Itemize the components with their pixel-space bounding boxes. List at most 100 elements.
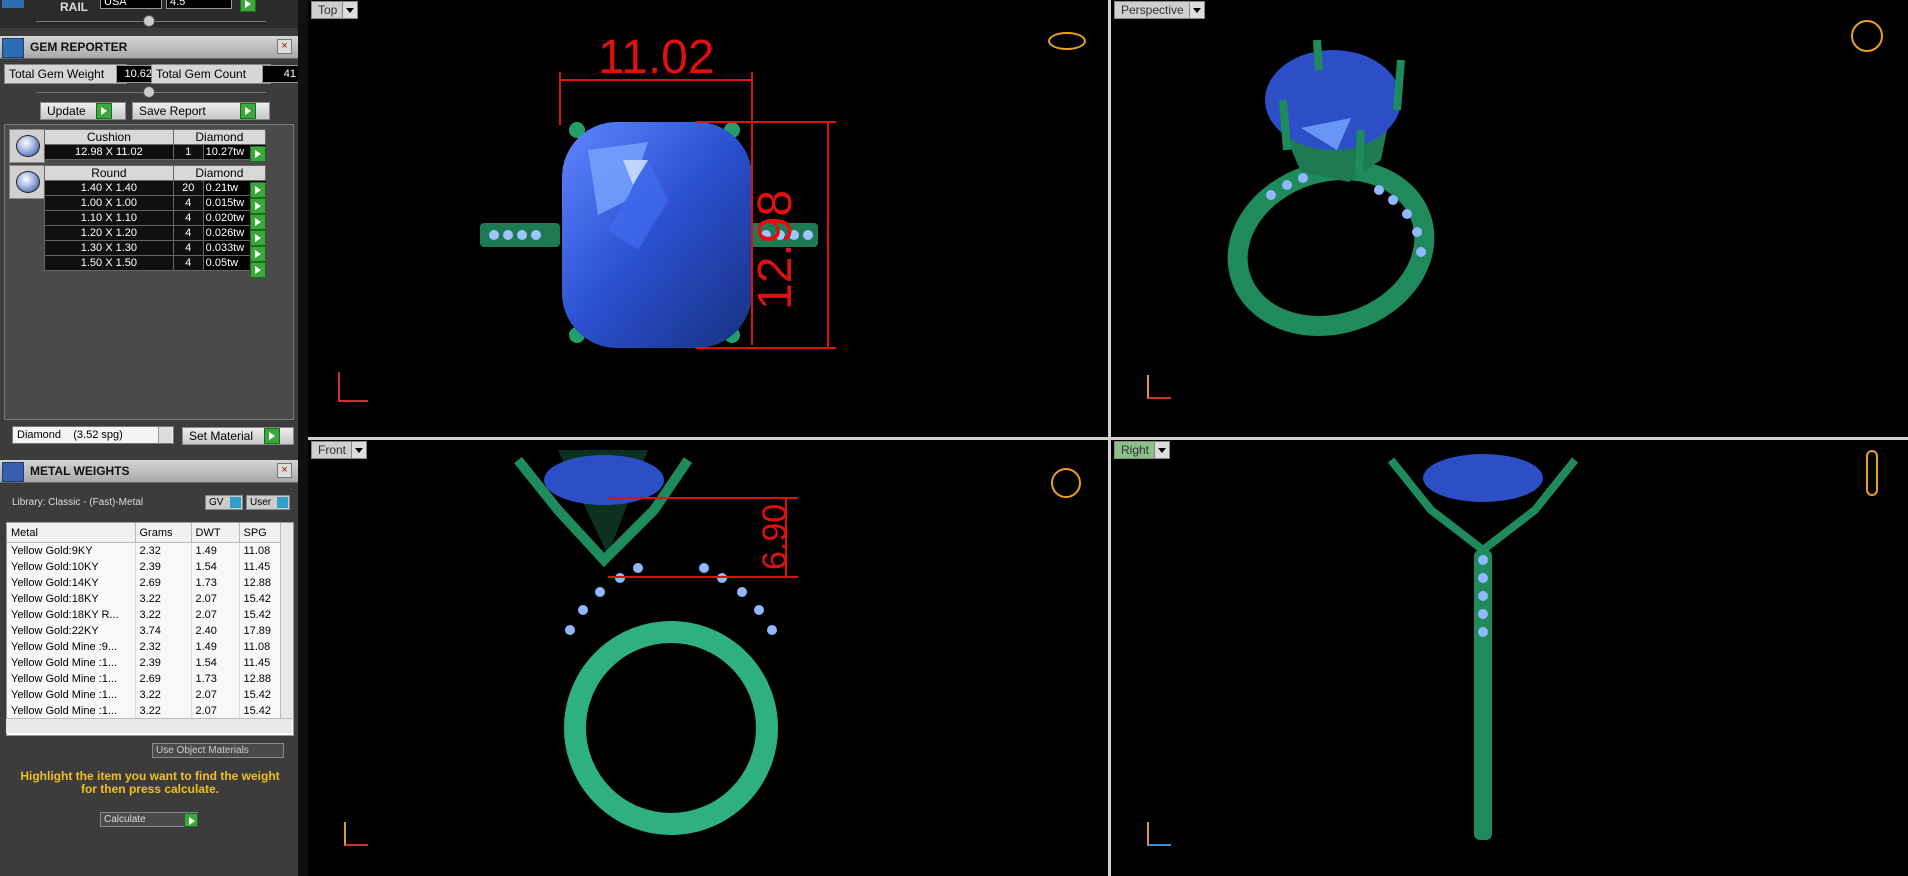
collapse-handle[interactable]: [143, 15, 155, 27]
chevron-down-icon[interactable]: [158, 427, 172, 443]
panel-splitter[interactable]: [298, 0, 308, 876]
table-cell: Yellow Gold Mine :1...: [7, 687, 136, 703]
column-header[interactable]: DWT: [191, 523, 240, 543]
gem-size: 1.40 X 1.40: [44, 180, 174, 196]
table-cell: 3.22: [135, 703, 192, 719]
calculate-go-icon[interactable]: [184, 813, 198, 827]
cushion-group-table: Cushion Diamond 12.98 X 11.02 1 10.27tw: [44, 129, 267, 160]
table-cell: Yellow Gold:9KY: [7, 542, 136, 559]
column-header[interactable]: Metal: [7, 523, 136, 543]
table-cell: Yellow Gold Mine :9...: [7, 639, 136, 655]
table-cell: 2.39: [135, 559, 192, 575]
rail-go-button[interactable]: [240, 0, 256, 12]
set-material-go-icon[interactable]: [264, 428, 280, 444]
collapse-handle[interactable]: [143, 86, 155, 98]
axis-gizmo-icon: [1147, 375, 1171, 399]
table-row[interactable]: Yellow Gold:9KY 2.32 1.49 11.08: [7, 542, 288, 559]
gem-row-go-icon[interactable]: [250, 246, 266, 262]
viewport-label: Front: [318, 443, 347, 457]
table-row[interactable]: Yellow Gold Mine :9... 2.32 1.49 11.08: [7, 639, 288, 655]
gem-row-go-icon[interactable]: [250, 214, 266, 230]
gem-row-go-icon[interactable]: [250, 230, 266, 246]
table-row[interactable]: Yellow Gold:10KY 2.39 1.54 11.45: [7, 559, 288, 575]
gem-size: 1.30 X 1.30: [44, 240, 174, 256]
vertical-scrollbar[interactable]: [280, 523, 293, 721]
table-row[interactable]: Yellow Gold Mine :1... 3.22 2.07 15.42: [7, 687, 288, 703]
save-report-go-icon[interactable]: [240, 103, 256, 119]
perspective-view-canvas: [1227, 39, 1435, 337]
table-header: Metal Grams DWT SPG: [7, 523, 288, 543]
table-row[interactable]: Yellow Gold:18KY 3.22 2.07 15.42: [7, 591, 288, 607]
height-dimension-label: 12.98: [749, 189, 802, 310]
round-group-table: Round Diamond 1.40 X 1.40 20 0.21tw 1.00 X …: [44, 165, 267, 271]
round-gem-thumbnail[interactable]: [9, 165, 45, 199]
viewport-tab-front[interactable]: Front: [311, 441, 368, 459]
material-select[interactable]: Diamond (3.52 spg): [12, 426, 174, 444]
update-button[interactable]: Update: [40, 102, 126, 120]
gem-size: 1.20 X 1.20: [44, 225, 174, 241]
table-row[interactable]: Yellow Gold:22KY 3.74 2.40 17.89: [7, 623, 288, 639]
chevron-down-icon[interactable]: [1188, 2, 1204, 18]
table-row[interactable]: Yellow Gold Mine :1... 2.69 1.73 12.88: [7, 671, 288, 687]
close-icon[interactable]: ×: [277, 39, 292, 54]
viewport-label: Perspective: [1121, 3, 1184, 17]
perspective-view-ring-icon: [1851, 20, 1883, 52]
size-select[interactable]: 4.5: [166, 0, 232, 9]
right-view-canvas: [1387, 454, 1579, 840]
info-icon[interactable]: [230, 497, 241, 508]
head-height-dimension-label: 6.90: [756, 503, 794, 570]
info-icon[interactable]: [277, 497, 288, 508]
material-label: Diamond: [172, 129, 267, 145]
gem-row-go-icon[interactable]: [250, 182, 266, 198]
chevron-down-icon[interactable]: [342, 2, 358, 18]
table-row[interactable]: Yellow Gold Mine :1... 3.22 2.07 15.42: [7, 703, 288, 719]
column-header[interactable]: Grams: [135, 523, 192, 543]
gem-row-go-icon[interactable]: [250, 198, 266, 214]
viewport-perspective[interactable]: Perspective: [1111, 0, 1908, 437]
total-gem-weight-value: 10.62: [116, 65, 156, 83]
viewport-tab-top[interactable]: Top: [311, 1, 359, 19]
gem-row-go-icon[interactable]: [250, 262, 266, 278]
gem-count: 4: [172, 225, 204, 241]
gem-reporter-header: GEM REPORTER ×: [0, 36, 298, 59]
gem-size: 1.10 X 1.10: [44, 210, 174, 226]
country-select[interactable]: USA: [100, 0, 162, 9]
right-view-ring-icon: [1866, 450, 1878, 496]
total-gem-count-value: 41: [262, 65, 298, 83]
table-cell: 2.07: [191, 687, 240, 703]
horizontal-scrollbar[interactable]: [6, 718, 292, 733]
table-cell: Yellow Gold Mine :1...: [7, 671, 136, 687]
viewport-right[interactable]: Right: [1111, 440, 1908, 876]
table-cell: 1.54: [191, 655, 240, 671]
gem-row-go-icon[interactable]: [250, 146, 266, 162]
library-label: Library: Classic - (Fast)-Metal: [12, 497, 144, 508]
front-view-ring-icon: [1051, 468, 1081, 498]
gem-count: 4: [172, 255, 204, 271]
gem-count: 4: [172, 240, 204, 256]
use-object-materials-toggle[interactable]: Use Object Materials: [152, 743, 284, 758]
table-cell: 2.07: [191, 591, 240, 607]
viewport-tab-right[interactable]: Right: [1114, 441, 1171, 459]
viewport-front[interactable]: Front 6.90: [308, 440, 1108, 876]
viewport-tab-perspective[interactable]: Perspective: [1114, 1, 1205, 19]
table-cell: 1.73: [191, 575, 240, 591]
left-panel: RAIL USA 4.5 GEM REPORTER × Total Gem We…: [0, 0, 298, 876]
close-icon[interactable]: ×: [277, 463, 292, 478]
viewport-top[interactable]: Top 11.02 12.98: [308, 0, 1108, 437]
gem-count: 1: [172, 144, 204, 160]
metal-weights-header: METAL WEIGHTS ×: [0, 460, 298, 483]
chevron-down-icon[interactable]: [1154, 442, 1170, 458]
update-go-icon[interactable]: [96, 103, 112, 119]
hint-text: Highlight the item you want to find the …: [20, 769, 280, 796]
metal-weights-title: METAL WEIGHTS: [30, 464, 130, 478]
table-row[interactable]: Yellow Gold:18KY R... 3.22 2.07 15.42: [7, 607, 288, 623]
table-cell: 2.69: [135, 671, 192, 687]
chevron-down-icon[interactable]: [351, 442, 367, 458]
cushion-gem-thumbnail[interactable]: [9, 129, 45, 163]
metal-weights-table: Metal Grams DWT SPG Yellow Gold:9KY 2.32 1…: [6, 522, 294, 736]
table-cell: 1.49: [191, 639, 240, 655]
table-row[interactable]: Yellow Gold Mine :1... 2.39 1.54 11.45: [7, 655, 288, 671]
shape-label: Cushion: [44, 129, 174, 145]
table-row[interactable]: Yellow Gold:14KY 2.69 1.73 12.88: [7, 575, 288, 591]
total-gem-weight-label: Total Gem Weight: [4, 64, 127, 84]
